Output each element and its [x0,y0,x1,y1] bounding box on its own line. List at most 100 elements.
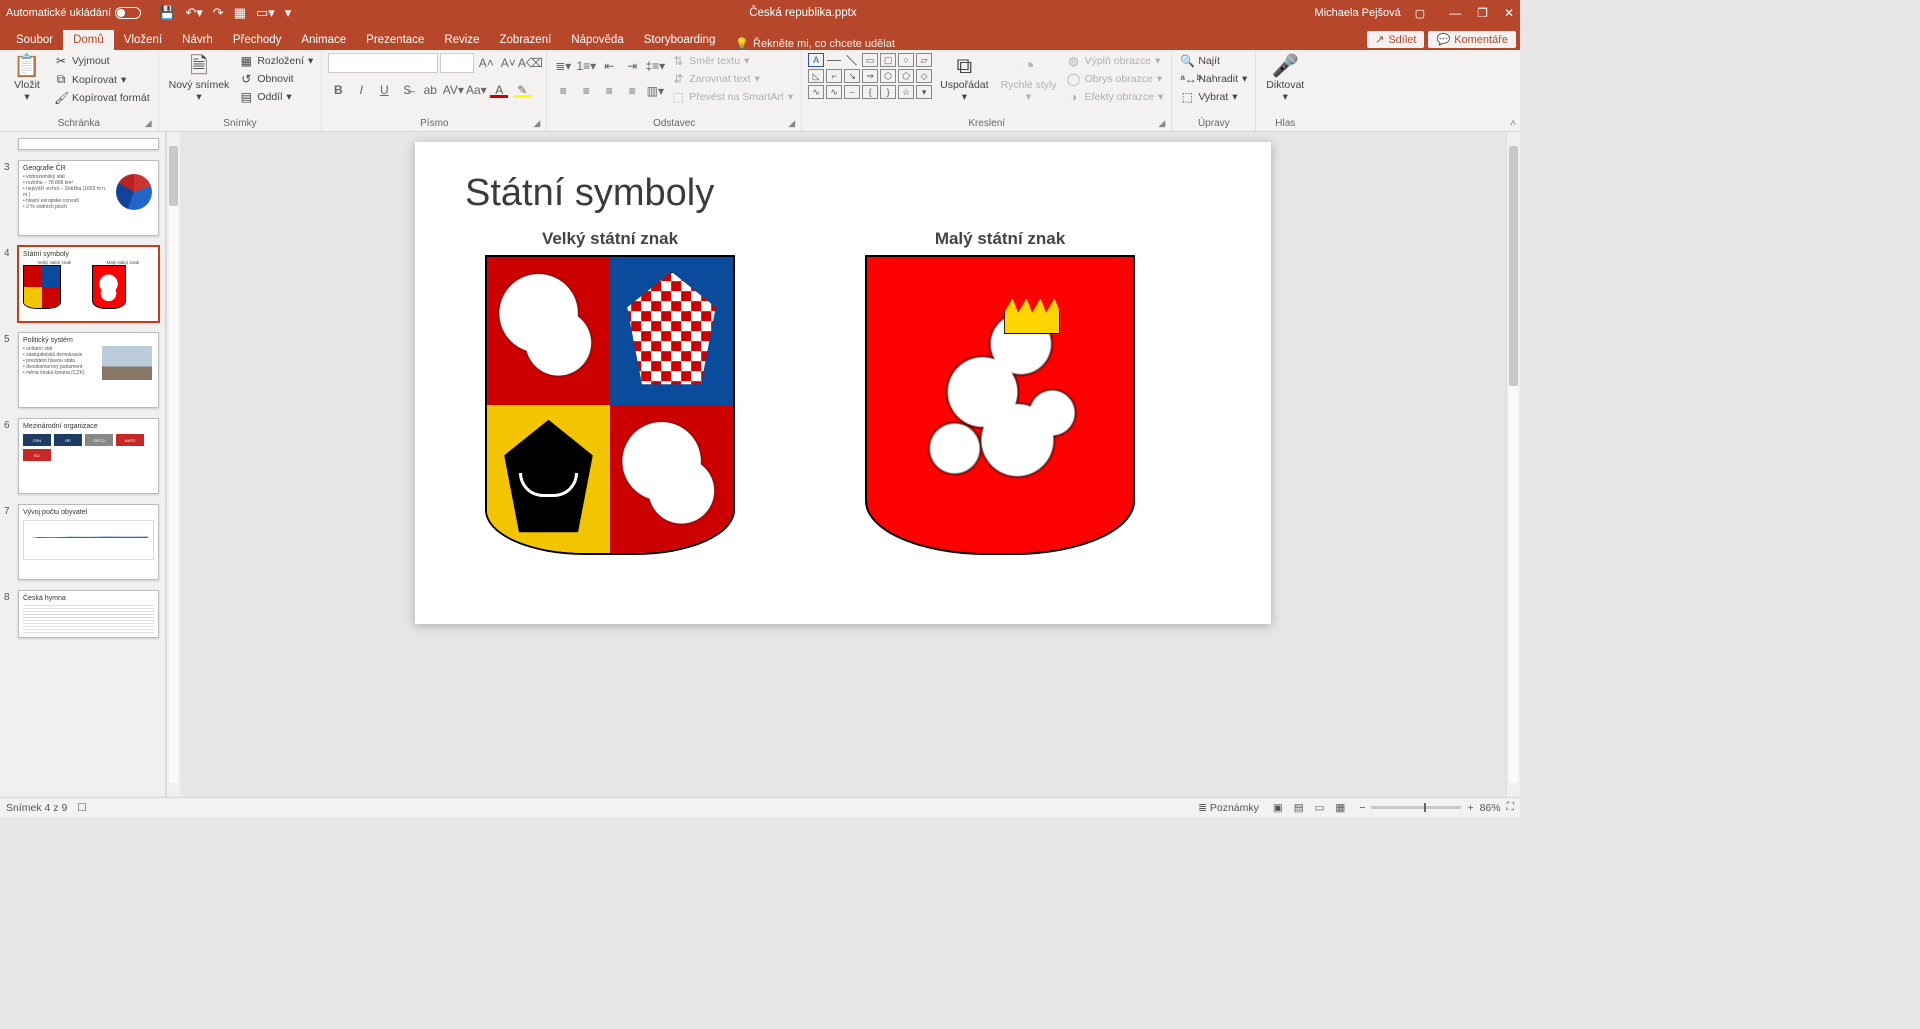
redo-icon[interactable]: ↷ [213,5,224,21]
shape-effects-button[interactable]: ◑Efekty obrazce ▾ [1065,89,1166,105]
slide-canvas-area[interactable]: Státní symboly Velký státní znak Malý st… [180,132,1506,797]
sorter-view-icon[interactable]: ▤ [1290,802,1308,814]
tell-me-search[interactable]: 💡 Řekněte mi, co chcete udělat [735,37,895,50]
tab-insert[interactable]: Vložení [114,30,172,50]
user-name[interactable]: Michaela Pejšová [1315,7,1401,19]
find-button[interactable]: 🔍Najít [1178,53,1249,69]
notes-button[interactable]: ≣ Poznámky [1198,802,1259,814]
shape-outline-button[interactable]: ◯Obrys obrazce ▾ [1065,71,1166,87]
minimize-icon[interactable]: — [1449,6,1461,20]
tab-transitions[interactable]: Přechody [223,30,292,50]
indent-inc-icon[interactable]: ⇥ [622,56,642,76]
present-from-start-icon[interactable]: ▦ [234,5,246,21]
bullets-icon[interactable]: ≣▾ [553,56,573,76]
spacing-icon[interactable]: AV▾ [443,80,463,100]
paste-button[interactable]: 📋 Vložit▾ [6,53,48,105]
greater-coat-of-arms[interactable]: Velký státní znak [485,229,735,555]
increase-font-icon[interactable]: A˄ [476,53,496,73]
save-icon[interactable]: 💾 [159,5,175,21]
underline-icon[interactable]: U [374,80,394,100]
close-icon[interactable]: ✕ [1504,6,1514,20]
fit-window-icon[interactable]: ⛶ [1507,801,1514,814]
thumb-slide-4[interactable]: Státní symboly Velký státní znak Malý st… [18,246,159,322]
convert-smartart-button[interactable]: ⬚Převést na SmartArt ▾ [669,89,795,105]
lesser-coat-of-arms[interactable]: Malý státní znak [865,229,1135,555]
justify-icon[interactable]: ≡ [622,81,642,101]
reset-button[interactable]: ↺Obnovit [237,71,315,87]
comments-button[interactable]: 💬Komentáře [1428,31,1516,48]
dictate-button[interactable]: 🎤Diktovat▾ [1262,53,1308,105]
tab-review[interactable]: Revize [434,30,489,50]
clear-format-icon[interactable]: A⌫ [520,53,540,73]
spellcheck-icon[interactable]: ☐ [77,802,86,814]
numbering-icon[interactable]: 1≡▾ [576,56,596,76]
zoom-control[interactable]: − + 86% ⛶ [1359,801,1514,814]
canvas-scrollbar[interactable] [1506,132,1520,797]
copy-button[interactable]: ⧉Kopírovat ▾ [52,71,152,88]
new-slide-button[interactable]: 🗎 Nový snímek▾ [165,53,234,105]
clipboard-dialog-icon[interactable]: ◢ [145,118,152,129]
zoom-out-icon[interactable]: − [1359,802,1365,814]
slide-counter[interactable]: Snímek 4 z 9 [6,802,67,814]
tab-file[interactable]: Soubor [6,30,63,50]
select-button[interactable]: ⬚Vybrat ▾ [1178,89,1249,105]
decrease-font-icon[interactable]: A˅ [498,53,518,73]
font-dialog-icon[interactable]: ◢ [533,118,540,129]
collapse-ribbon-icon[interactable]: ˄ [1510,118,1516,129]
replace-button[interactable]: ᵃ↔ᵇNahradit ▾ [1178,71,1249,87]
shadow-icon[interactable]: ab [420,80,440,100]
paragraph-dialog-icon[interactable]: ◢ [788,118,795,129]
align-text-button[interactable]: ⇵Zarovnat text ▾ [669,71,795,87]
slide[interactable]: Státní symboly Velký státní znak Malý st… [415,142,1271,624]
share-button[interactable]: ↗Sdílet [1367,31,1424,48]
font-color-icon[interactable]: A [489,80,509,100]
columns-icon[interactable]: ▥▾ [645,81,665,101]
layout-button[interactable]: ▦Rozložení ▾ [237,53,315,69]
slideshow-view-icon[interactable]: ▦ [1331,802,1349,814]
tab-home[interactable]: Domů [63,30,114,50]
thumb-slide-7[interactable]: Vývoj počtu obyvatel [18,504,159,580]
tab-design[interactable]: Návrh [172,30,223,50]
tab-slideshow[interactable]: Prezentace [356,30,434,50]
indent-dec-icon[interactable]: ⇤ [599,56,619,76]
section-button[interactable]: ▤Oddíl ▾ [237,89,315,105]
thumb-slide-5[interactable]: Politický systém • unitární stát• zastup… [18,332,159,408]
italic-icon[interactable]: I [351,80,371,100]
autosave-toggle[interactable]: Automatické ukládání [6,7,141,19]
arrange-button[interactable]: ⧉Uspořádat▾ [936,53,992,105]
cut-button[interactable]: ✂Vyjmout [52,53,152,69]
ribbon-display-icon[interactable]: ▢ [1415,7,1425,20]
zoom-value[interactable]: 86% [1480,802,1501,814]
shape-fill-button[interactable]: ◍Výplň obrazce ▾ [1065,53,1166,69]
thumb-slide-6[interactable]: Mezinárodní organizace OSN RE OECD NATO … [18,418,159,494]
tab-help[interactable]: Nápověda [561,30,633,50]
font-name-input[interactable] [328,53,438,73]
text-direction-button[interactable]: ⇅Směr textu ▾ [669,53,795,69]
slide-title[interactable]: Státní symboly [465,172,1221,215]
tab-animations[interactable]: Animace [291,30,356,50]
maximize-icon[interactable]: ❐ [1477,6,1488,20]
drawing-dialog-icon[interactable]: ◢ [1158,118,1165,129]
shapes-gallery[interactable]: A▭▢○▱ ◺⌐↘⇒⬡⬠◇ ∿∿⌣{}☆▾ [808,53,932,99]
align-right-icon[interactable]: ≡ [599,81,619,101]
tab-storyboarding[interactable]: Storyboarding [634,30,726,50]
highlight-icon[interactable]: ✎ [512,80,532,100]
align-left-icon[interactable]: ≡ [553,81,573,101]
autosave-switch-icon[interactable] [115,7,141,19]
align-center-icon[interactable]: ≡ [576,81,596,101]
case-icon[interactable]: Aa▾ [466,80,486,100]
quick-styles-button[interactable]: ◔Rychlé styly▾ [997,53,1061,105]
thumb-slide-3[interactable]: Geografie ČR • vnitrozemský stát• rozloh… [18,160,159,236]
thumb-slide-8[interactable]: Česká hymna [18,590,159,638]
zoom-slider[interactable] [1371,806,1461,809]
bold-icon[interactable]: B [328,80,348,100]
tab-view[interactable]: Zobrazení [490,30,562,50]
zoom-in-icon[interactable]: + [1467,802,1473,814]
undo-icon[interactable]: ↶▾ [185,5,202,21]
reading-view-icon[interactable]: ▭ [1311,802,1329,814]
thumbnails-scrollbar[interactable] [166,132,180,797]
strike-icon[interactable]: S̶ [397,80,417,100]
touch-mode-icon[interactable]: ▭▾ [256,5,275,21]
normal-view-icon[interactable]: ▣ [1269,802,1287,814]
line-spacing-icon[interactable]: ‡≡▾ [645,56,665,76]
